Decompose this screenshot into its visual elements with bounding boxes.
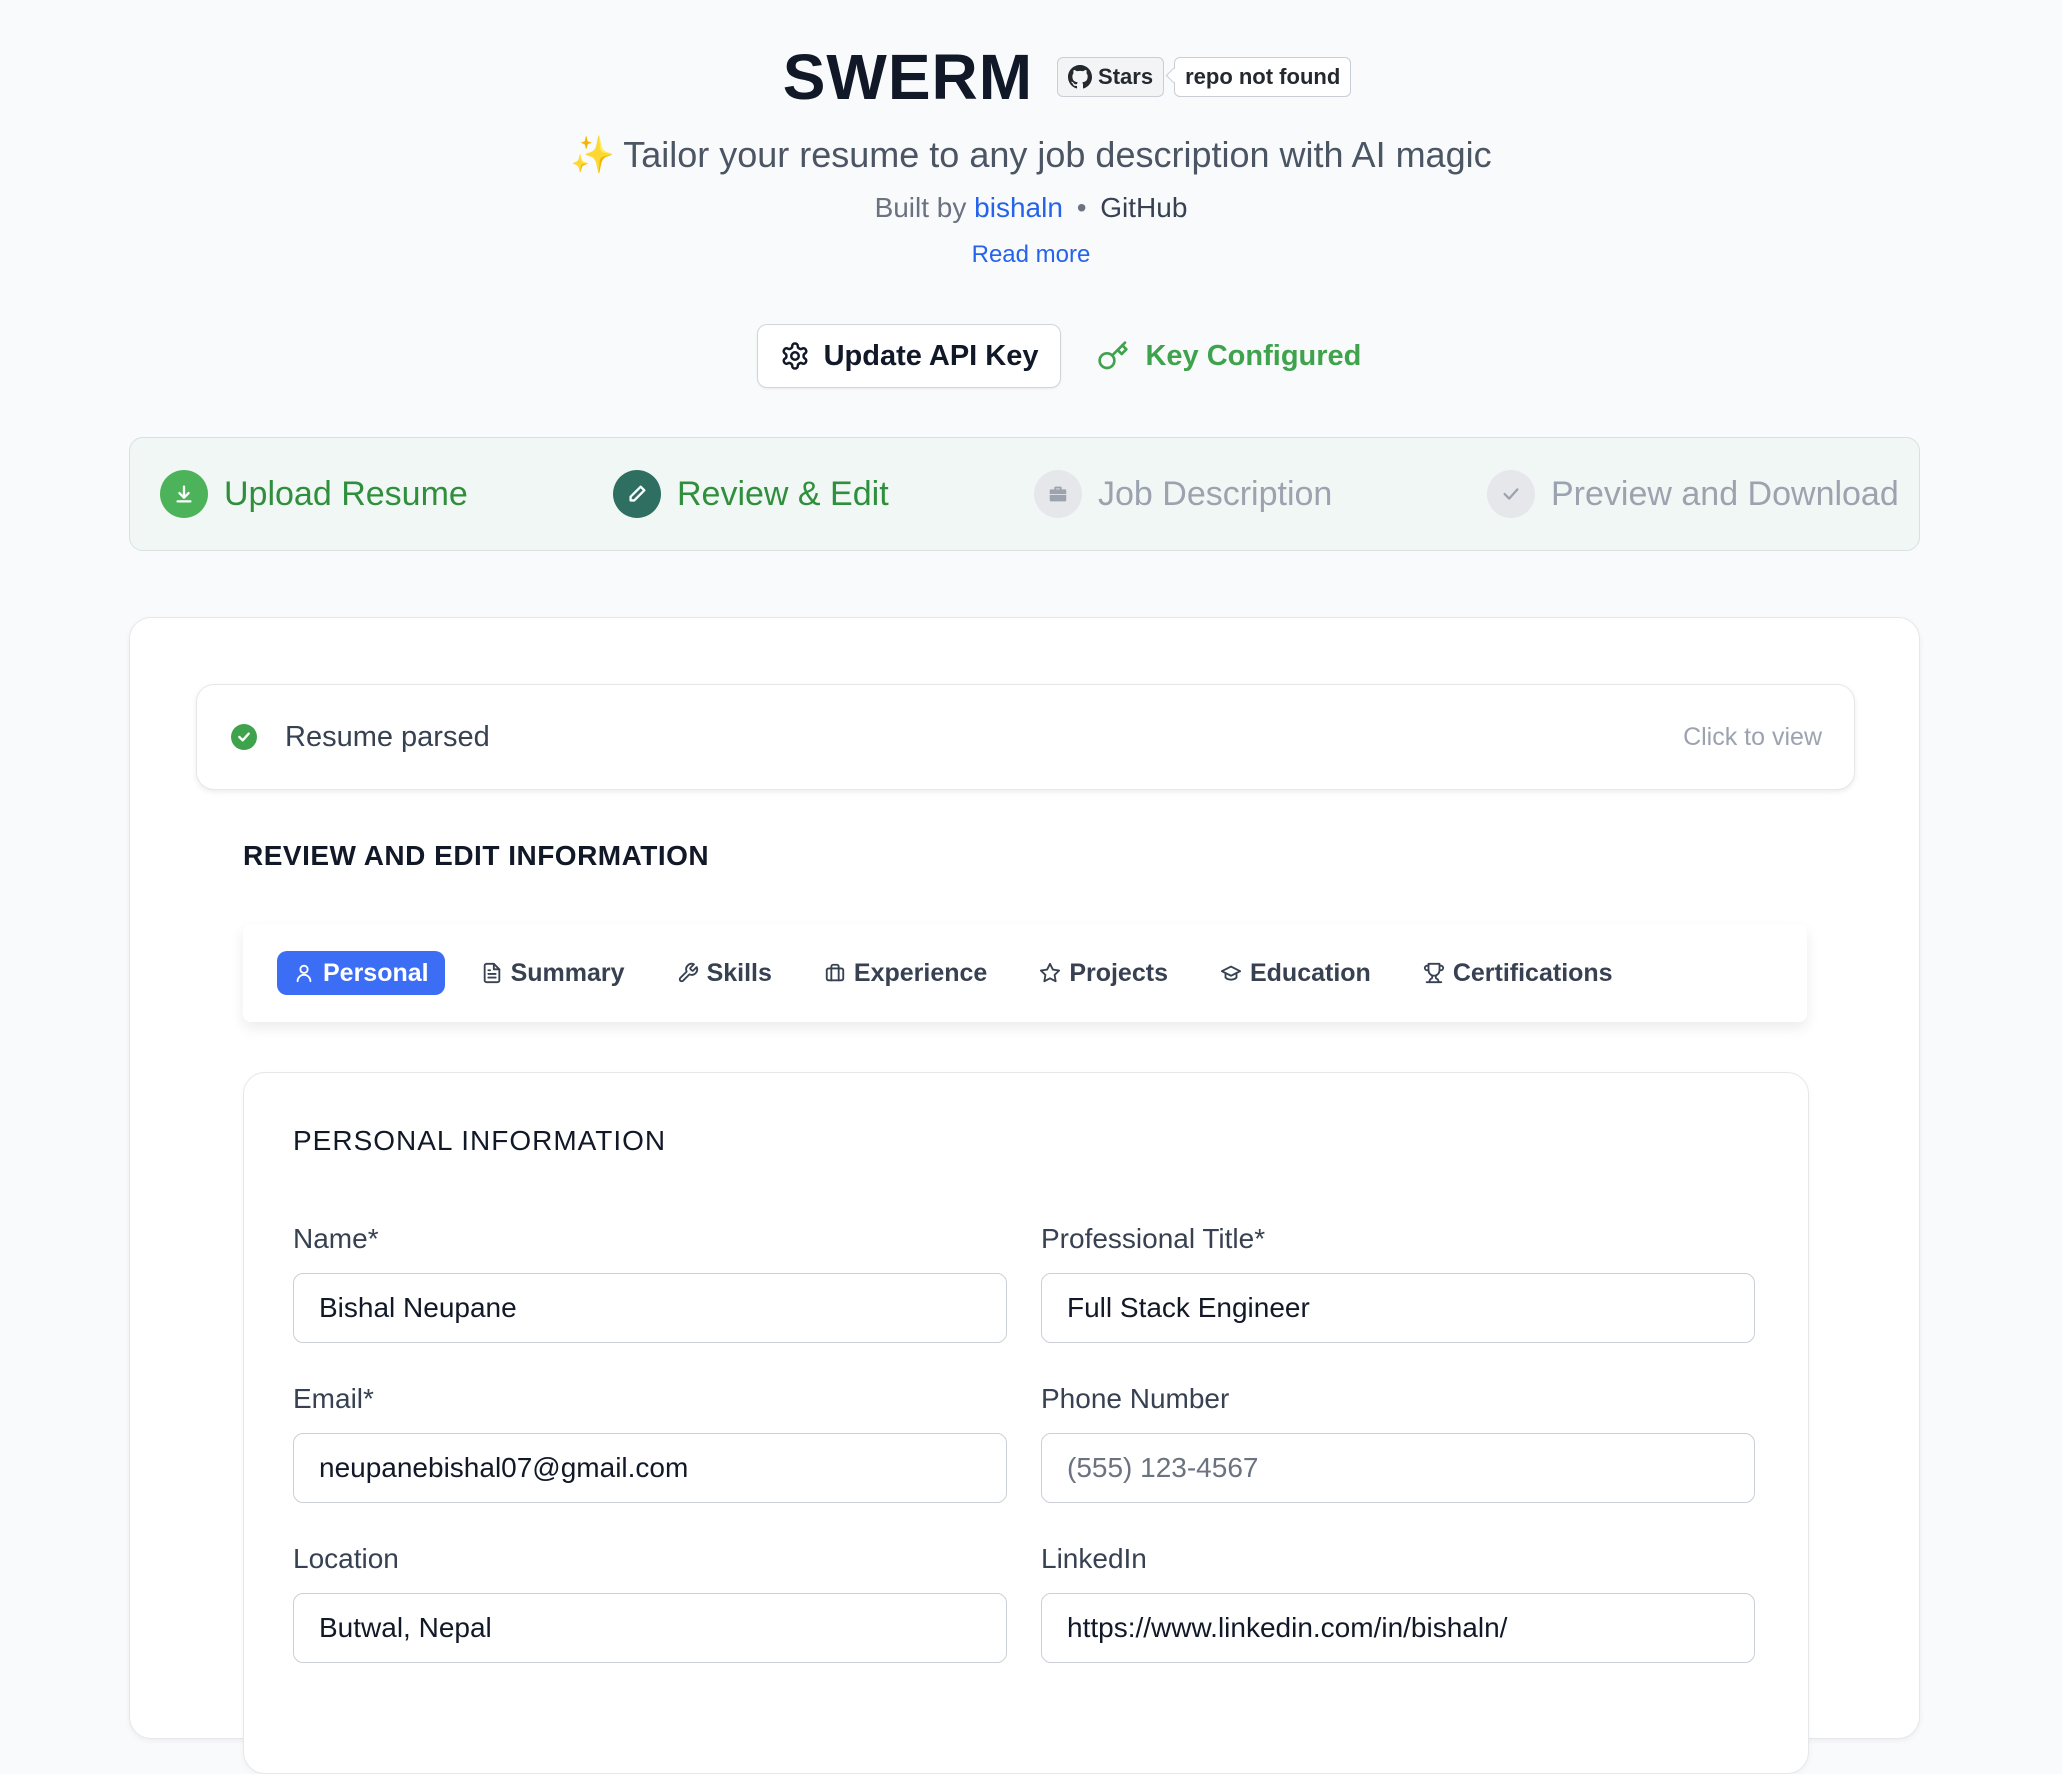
step-label: Preview and Download xyxy=(1551,474,1899,513)
section-tabs: Personal Summary Skills Experience Proje… xyxy=(243,924,1807,1022)
resume-parsed-label: Resume parsed xyxy=(285,720,490,753)
key-icon xyxy=(1098,341,1129,370)
tab-experience[interactable]: Experience xyxy=(808,951,1003,995)
tab-summary[interactable]: Summary xyxy=(465,951,641,995)
step-label: Review & Edit xyxy=(677,474,889,513)
pencil-icon xyxy=(613,470,661,518)
tab-label: Personal xyxy=(323,958,429,987)
read-more-link[interactable]: Read more xyxy=(0,241,2062,269)
github-stars-count[interactable]: repo not found xyxy=(1174,57,1352,97)
phone-label: Phone Number xyxy=(1041,1383,1230,1414)
star-icon xyxy=(1040,962,1061,983)
tab-education[interactable]: Education xyxy=(1204,951,1387,995)
tab-label: Certifications xyxy=(1452,958,1613,987)
personal-info-title: PERSONAL INFORMATION xyxy=(293,1125,667,1156)
check-circle-icon xyxy=(231,724,257,750)
gear-icon xyxy=(782,342,808,370)
github-icon xyxy=(1068,65,1093,89)
tab-label: Summary xyxy=(510,958,625,987)
api-key-row: Update API Key Key Configured xyxy=(0,324,2062,388)
linkedin-label: LinkedIn xyxy=(1041,1543,1147,1574)
key-configured-label: Key Configured xyxy=(1145,339,1362,372)
progress-stepper: Upload Resume Review & Edit Job Descript… xyxy=(129,437,1920,551)
tab-label: Skills xyxy=(706,958,772,987)
document-icon xyxy=(483,962,500,984)
email-label: Email* xyxy=(293,1383,374,1414)
main-card: Resume parsed Click to view REVIEW AND E… xyxy=(129,617,1920,1774)
review-section-title: REVIEW AND EDIT INFORMATION xyxy=(243,840,710,871)
step-label: Job Description xyxy=(1098,474,1333,513)
personal-info-card: PERSONAL INFORMATION Name* Professional … xyxy=(243,1072,1809,1774)
tab-personal[interactable]: Personal xyxy=(277,951,445,995)
location-field[interactable] xyxy=(293,1593,1007,1663)
user-icon xyxy=(296,964,312,983)
github-link[interactable]: GitHub xyxy=(1100,192,1187,223)
resume-parsed-banner[interactable]: Resume parsed Click to view xyxy=(196,684,1855,790)
built-by-prefix: Built by xyxy=(874,192,967,223)
step-label: Upload Resume xyxy=(224,474,468,513)
phone-field[interactable] xyxy=(1041,1433,1755,1503)
sparkle-icon: ✨ xyxy=(570,134,616,175)
tab-projects[interactable]: Projects xyxy=(1023,951,1184,995)
github-stars-label: Stars xyxy=(1098,64,1154,89)
key-configured-status: Key Configured xyxy=(1097,340,1361,373)
tab-label: Experience xyxy=(853,958,988,987)
author-link[interactable]: bishaln xyxy=(974,192,1063,223)
tagline-text: Tailor your resume to any job descriptio… xyxy=(623,134,1492,175)
professional-title-label: Professional Title* xyxy=(1041,1223,1266,1254)
check-icon xyxy=(1487,470,1535,518)
github-stars-button[interactable]: Stars xyxy=(1057,57,1165,97)
tab-label: Education xyxy=(1249,958,1371,987)
tab-label: Projects xyxy=(1069,958,1168,987)
github-stars-badge[interactable]: Stars repo not found xyxy=(1057,57,1352,97)
briefcase-icon xyxy=(1034,470,1082,518)
step-upload-resume[interactable]: Upload Resume xyxy=(160,438,468,550)
title-row: SWERM Stars repo not found xyxy=(0,40,2062,114)
download-icon xyxy=(160,470,208,518)
briefcase-icon xyxy=(825,963,845,982)
tab-certifications[interactable]: Certifications xyxy=(1407,951,1629,995)
app-title: SWERM xyxy=(782,41,1034,113)
tagline: ✨ Tailor your resume to any job descripti… xyxy=(0,134,2062,176)
professional-title-field[interactable] xyxy=(1041,1273,1755,1343)
tab-skills[interactable]: Skills xyxy=(661,951,788,995)
linkedin-field[interactable] xyxy=(1041,1593,1755,1663)
location-label: Location xyxy=(293,1543,399,1574)
step-review-edit[interactable]: Review & Edit xyxy=(613,438,889,550)
name-field[interactable] xyxy=(293,1273,1007,1343)
update-api-key-button[interactable]: Update API Key xyxy=(756,324,1062,388)
update-api-key-label: Update API Key xyxy=(823,339,1039,372)
separator-dot: • xyxy=(1076,192,1087,223)
step-preview-download[interactable]: Preview and Download xyxy=(1487,438,1899,550)
graduation-cap-icon xyxy=(1220,965,1242,981)
wrench-icon xyxy=(678,962,698,983)
email-field[interactable] xyxy=(293,1433,1007,1503)
name-label: Name* xyxy=(293,1223,379,1254)
trophy-icon xyxy=(1423,962,1444,984)
built-by-line: Built by bishaln • GitHub xyxy=(0,192,2062,224)
step-job-description[interactable]: Job Description xyxy=(1034,438,1332,550)
click-to-view-link[interactable]: Click to view xyxy=(1683,723,1822,752)
